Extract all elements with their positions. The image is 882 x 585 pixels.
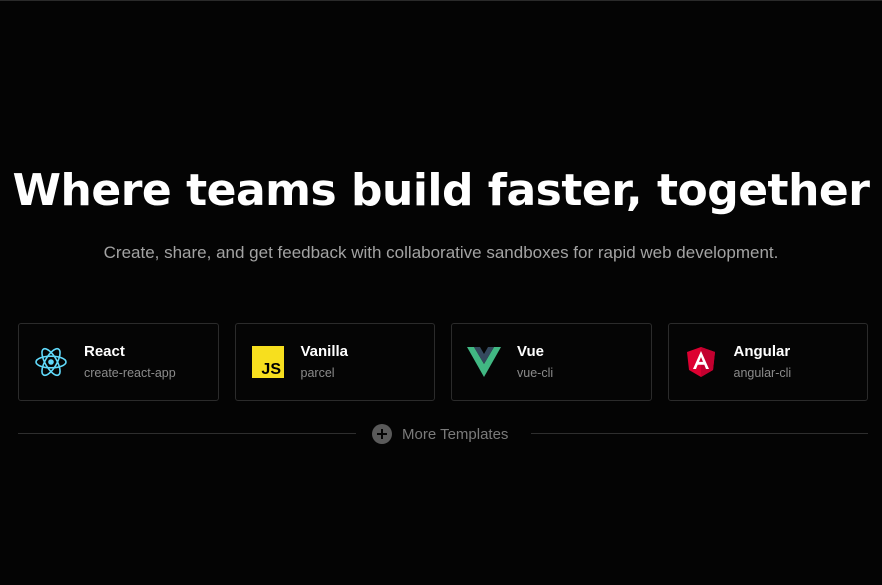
landing-page: Where teams build faster, together Creat… [0,0,882,585]
more-templates-button[interactable]: More Templates [372,422,508,446]
js-icon: JS [251,345,285,379]
divider-left [18,433,356,434]
template-subtitle: create-react-app [84,366,176,380]
plus-circle-icon [372,424,392,444]
template-card-angular[interactable]: Angular angular-cli [667,323,868,401]
template-subtitle: angular-cli [733,366,792,380]
template-title: Vue [517,343,544,360]
divider-right [531,433,868,434]
more-templates-label: More Templates [402,425,509,443]
angular-icon [684,345,718,379]
template-cards: React create-react-app JS Vanilla parcel [18,323,868,401]
template-title: React [84,343,125,360]
svg-text:JS: JS [261,361,281,378]
vue-icon [467,345,501,379]
hero-title: Where teams build faster, together [12,165,870,216]
template-title: Angular [733,343,791,360]
template-card-vanilla[interactable]: JS Vanilla parcel [234,323,435,401]
hero-subtitle: Create, share, and get feedback with col… [103,243,779,262]
react-icon [34,345,68,379]
template-card-vue[interactable]: Vue vue-cli [451,323,652,401]
template-subtitle: parcel [300,366,335,380]
template-title: Vanilla [300,343,349,360]
more-templates-row: More Templates [18,422,868,446]
template-subtitle: vue-cli [517,366,554,380]
template-card-react[interactable]: React create-react-app [18,323,219,401]
